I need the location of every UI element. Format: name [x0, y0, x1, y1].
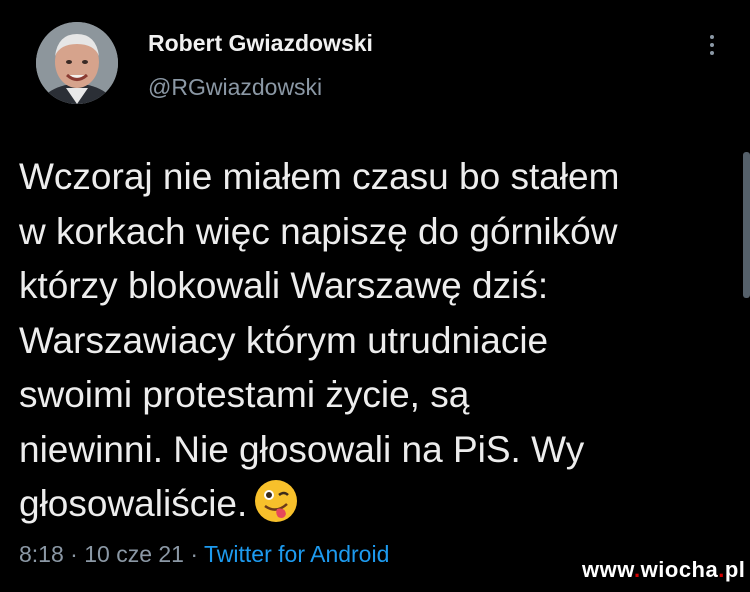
tweet-line: głosowaliście.: [19, 483, 248, 524]
scrollbar[interactable]: [743, 152, 750, 298]
watermark-suffix: pl: [724, 557, 746, 582]
more-dot: [710, 51, 714, 55]
tweet-time[interactable]: 8:18: [19, 541, 64, 567]
more-vertical-icon[interactable]: [700, 30, 724, 60]
tweet-metadata: 8:18 · 10 cze 21 · Twitter for Android: [19, 541, 389, 568]
author-name[interactable]: Robert Gwiazdowski: [148, 30, 373, 57]
author-handle[interactable]: @RGwiazdowski: [148, 74, 322, 101]
tweet-text: Wczoraj nie miałem czasu bo stałem w kor…: [19, 150, 719, 540]
watermark-prefix: www: [582, 557, 635, 582]
avatar[interactable]: [36, 22, 118, 104]
tweet-line: w korkach więc napiszę do górników: [19, 210, 618, 252]
more-dot: [710, 35, 714, 39]
watermark-middle: wiocha: [640, 557, 719, 582]
tweet-line: swoimi protestami życie, są: [19, 374, 470, 415]
meta-separator: ·: [190, 541, 199, 567]
tweet-line: Wczoraj nie miałem czasu bo stałem: [19, 156, 620, 197]
watermark: www.wiocha.pl: [582, 557, 745, 583]
more-dot: [710, 43, 714, 47]
watermark-dot: .: [634, 557, 641, 582]
tweet-source-link[interactable]: Twitter for Android: [204, 541, 389, 567]
watermark-dot: .: [718, 557, 725, 582]
winking-face-with-tongue-icon: [253, 478, 299, 540]
tweet-line: niewinni. Nie głosowali na PiS. Wy: [19, 428, 585, 470]
tweet-date[interactable]: 10 cze 21: [84, 541, 184, 567]
meta-separator: ·: [70, 541, 78, 567]
tweet-line: Warszawiacy którym utrudniacie: [19, 319, 549, 361]
tweet-line: którzy blokowali Warszawę dziś:: [19, 265, 549, 306]
avatar-photo: [36, 22, 118, 104]
tweet-last-line: głosowaliście.: [19, 477, 719, 540]
